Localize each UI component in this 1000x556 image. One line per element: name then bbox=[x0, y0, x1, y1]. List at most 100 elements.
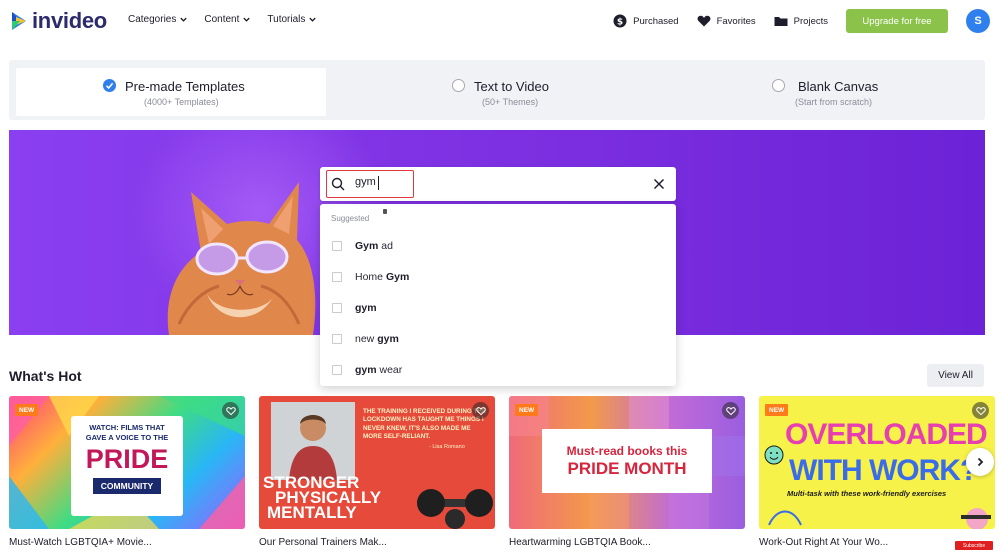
menu-categories[interactable]: Categories bbox=[128, 14, 188, 25]
projects-label: Projects bbox=[793, 15, 828, 27]
heart-icon bbox=[725, 406, 736, 415]
quote-author: - Lisa Romano bbox=[429, 443, 465, 450]
suggestion-item[interactable]: gym bbox=[320, 294, 676, 322]
favorites-link[interactable]: Favorites bbox=[697, 14, 756, 28]
page: invideo Categories Content Tutorials $ P… bbox=[0, 0, 1000, 556]
purchased-link[interactable]: $ Purchased bbox=[613, 14, 679, 28]
dollar-icon: $ bbox=[613, 14, 627, 28]
heart-icon bbox=[975, 406, 986, 415]
check-icon bbox=[103, 79, 116, 92]
card-headline: WITH WORK? bbox=[789, 454, 978, 487]
section-title: What's Hot bbox=[9, 368, 82, 384]
suggestion-text: Gym ad bbox=[355, 240, 393, 252]
search-suggestions: Suggested Gym ad Home Gym gym new gym gy… bbox=[320, 204, 676, 386]
mode-selector: Pre-made Templates (4000+ Templates) Tex… bbox=[9, 60, 985, 120]
close-icon[interactable] bbox=[653, 178, 665, 190]
jump-rope-icon bbox=[768, 510, 802, 526]
menu-label: Categories bbox=[128, 14, 177, 25]
chevron-down-icon bbox=[243, 17, 251, 22]
heart-icon bbox=[475, 406, 486, 415]
mode-blank-canvas[interactable]: Blank Canvas (Start from scratch) bbox=[669, 68, 979, 116]
card-headline: PRIDE MONTH bbox=[567, 459, 687, 478]
card-title[interactable]: Work-Out Right At Your Wo... bbox=[759, 537, 888, 548]
search-input[interactable] bbox=[355, 176, 415, 188]
chevron-down-icon bbox=[180, 17, 188, 22]
card-text: GAVE A VOICE TO THE bbox=[85, 433, 169, 442]
card-title[interactable]: Heartwarming LGBTQIA Book... bbox=[509, 537, 651, 548]
carousel-next-button[interactable] bbox=[966, 448, 994, 476]
quote-text: THE TRAINING I RECEIVED DURING THE LOCKD… bbox=[363, 408, 487, 441]
suggestion-text: gym bbox=[355, 302, 377, 314]
checkbox-icon bbox=[332, 334, 342, 344]
suggestion-item[interactable]: Gym ad bbox=[320, 232, 676, 260]
main-menu: Categories Content Tutorials bbox=[128, 14, 317, 25]
trainer-photo bbox=[271, 402, 355, 480]
card-text: COMMUNITY bbox=[93, 478, 161, 494]
new-badge: NEW bbox=[15, 404, 39, 416]
search-icon bbox=[331, 177, 345, 191]
logo-icon bbox=[10, 9, 28, 33]
mode-subtitle: (Start from scratch) bbox=[795, 97, 873, 107]
mode-premade-templates[interactable]: Pre-made Templates (4000+ Templates) bbox=[16, 68, 326, 116]
svg-text:$: $ bbox=[617, 18, 623, 28]
favorites-label: Favorites bbox=[716, 15, 756, 27]
smiley-icon bbox=[764, 445, 784, 465]
card-headline: PRIDE bbox=[85, 444, 169, 474]
template-card[interactable]: NEW Must-read books this PRIDE MONTH bbox=[509, 396, 745, 529]
logo[interactable]: invideo bbox=[10, 8, 107, 34]
radio-icon bbox=[772, 79, 785, 92]
upgrade-button[interactable]: Upgrade for free bbox=[846, 9, 948, 33]
card-text: Multi-task with these work-friendly exer… bbox=[787, 489, 947, 498]
user-nav: $ Purchased Favorites Projects Upgrade f… bbox=[613, 9, 990, 33]
new-badge: NEW bbox=[515, 404, 539, 416]
mode-title: Text to Video bbox=[474, 79, 549, 94]
mode-title: Blank Canvas bbox=[798, 79, 879, 94]
card-headline: OVERLOADED bbox=[785, 418, 988, 451]
view-all-button[interactable]: View All bbox=[927, 364, 984, 387]
cat-with-sunglasses-image bbox=[167, 182, 316, 335]
menu-tutorials[interactable]: Tutorials bbox=[267, 14, 317, 25]
purchased-label: Purchased bbox=[633, 15, 679, 27]
projects-link[interactable]: Projects bbox=[774, 14, 828, 28]
menu-label: Tutorials bbox=[267, 14, 306, 25]
mode-text-to-video[interactable]: Text to Video (50+ Themes) bbox=[339, 68, 659, 116]
subscribe-badge[interactable]: Subscribe bbox=[955, 541, 993, 550]
favorite-button[interactable] bbox=[472, 402, 489, 419]
dumbbell-image bbox=[417, 489, 493, 529]
card-text: Must-read books this bbox=[566, 444, 688, 458]
heart-icon bbox=[225, 406, 236, 415]
card-text: WATCH: FILMS THAT bbox=[89, 423, 165, 432]
top-nav: invideo Categories Content Tutorials $ P… bbox=[0, 0, 1000, 44]
chevron-right-icon bbox=[977, 457, 984, 467]
text-caret bbox=[378, 176, 379, 190]
menu-content[interactable]: Content bbox=[204, 14, 251, 25]
template-card[interactable]: NEW OVERLOADED WITH WORK? Multi-task wit… bbox=[759, 396, 995, 529]
heart-icon bbox=[697, 15, 711, 27]
mode-subtitle: (4000+ Templates) bbox=[144, 97, 219, 107]
favorite-button[interactable] bbox=[972, 402, 989, 419]
character-illustration bbox=[961, 508, 991, 529]
suggestion-item[interactable]: gym wear bbox=[320, 356, 676, 384]
checkbox-icon bbox=[332, 365, 342, 375]
suggestion-item[interactable]: new gym bbox=[320, 325, 676, 353]
checkbox-icon bbox=[332, 272, 342, 282]
new-badge: NEW bbox=[765, 404, 789, 416]
suggested-label: Suggested bbox=[331, 214, 370, 223]
template-card[interactable]: NEW WATCH: FILMS THAT GAVE A VOICE TO TH… bbox=[9, 396, 245, 529]
avatar[interactable]: S bbox=[966, 9, 990, 33]
suggestion-item[interactable]: Home Gym bbox=[320, 263, 676, 291]
checkbox-icon bbox=[332, 241, 342, 251]
card-title[interactable]: Must-Watch LGBTQIA+ Movie... bbox=[9, 537, 152, 548]
folder-icon bbox=[774, 17, 788, 26]
favorite-button[interactable] bbox=[222, 402, 239, 419]
brand-name: invideo bbox=[32, 8, 107, 33]
checkbox-icon bbox=[332, 303, 342, 313]
quote-block: THE TRAINING I RECEIVED DURING THE LOCKD… bbox=[363, 408, 489, 478]
chevron-down-icon bbox=[309, 17, 317, 22]
template-card[interactable]: THE TRAINING I RECEIVED DURING THE LOCKD… bbox=[259, 396, 495, 529]
radio-icon bbox=[452, 79, 465, 92]
card-title[interactable]: Our Personal Trainers Mak... bbox=[259, 537, 387, 548]
suggestion-text: new gym bbox=[355, 333, 399, 345]
favorite-button[interactable] bbox=[722, 402, 739, 419]
menu-label: Content bbox=[204, 14, 240, 25]
